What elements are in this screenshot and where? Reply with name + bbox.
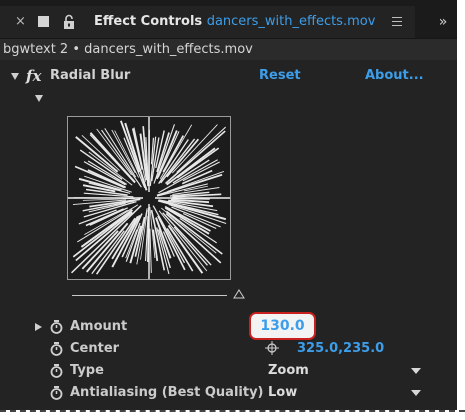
type-select[interactable]: Zoom (268, 360, 309, 382)
amount-value-highlight[interactable]: 130.0 (249, 312, 316, 340)
fx-icon[interactable]: fx (26, 64, 41, 88)
panel-name: Effect Controls (94, 14, 203, 29)
panel-square-icon (38, 16, 49, 27)
stopwatch-icon[interactable] (50, 386, 63, 400)
property-row-antialiasing: Antialiasing (Best Quality) (0, 382, 457, 404)
frame-border (0, 410, 465, 412)
overflow-icon[interactable]: » (429, 6, 457, 38)
center-value[interactable]: 325.0,235.0 (297, 338, 384, 360)
dropdown-arrow-icon[interactable] (411, 390, 421, 396)
property-row-type: Type (0, 360, 457, 382)
property-row-amount[interactable]: Amount (0, 316, 457, 338)
center-label: Center (70, 341, 120, 356)
close-icon[interactable]: × (15, 6, 26, 38)
effect-header[interactable]: fx Radial Blur Reset About... (0, 64, 457, 88)
blur-ray (81, 135, 120, 171)
preview-center-gap (143, 192, 155, 204)
amount-label: Amount (70, 319, 128, 334)
preview-disclosure-triangle-icon[interactable] (35, 95, 43, 102)
effect-name: Radial Blur (50, 68, 131, 83)
blur-ray (82, 198, 135, 201)
type-label: Type (70, 363, 104, 378)
panel-menu-icon[interactable] (392, 17, 402, 27)
effect-controls-panel: × Effect Controls dancers_with_effects.m… (0, 0, 457, 410)
blur-ray (157, 131, 180, 178)
stopwatch-icon[interactable] (50, 364, 63, 378)
panel-title: Effect Controls dancers_with_effects.mov (94, 6, 375, 38)
tab-file-name[interactable]: dancers_with_effects.mov (207, 14, 376, 29)
lock-icon[interactable] (63, 14, 75, 30)
property-row-center[interactable]: Center 325.0,235.0 (0, 338, 457, 360)
radial-blur-preview[interactable] (67, 116, 231, 280)
antialiasing-label: Antialiasing (Best Quality) (70, 385, 264, 400)
tab-effect-controls[interactable]: × Effect Controls dancers_with_effects.m… (0, 6, 415, 38)
stopwatch-icon[interactable] (50, 342, 63, 356)
about-link[interactable]: About... (365, 64, 424, 88)
antialiasing-select[interactable]: Low (268, 382, 297, 404)
tab-bar: × Effect Controls dancers_with_effects.m… (0, 0, 457, 38)
expand-triangle-icon[interactable] (35, 323, 42, 331)
slider-handle-icon[interactable] (233, 289, 245, 299)
dropdown-arrow-icon[interactable] (411, 368, 421, 374)
radial-blur-graphic (68, 117, 230, 279)
amount-value[interactable]: 130.0 (251, 314, 314, 338)
stopwatch-icon[interactable] (50, 320, 63, 334)
blur-ray (149, 228, 152, 273)
crosshair-icon[interactable] (265, 341, 279, 355)
reset-link[interactable]: Reset (259, 64, 301, 88)
preview-slider-track[interactable] (72, 295, 227, 296)
layer-source-label: bgwtext 2 • dancers_with_effects.mov (0, 38, 457, 60)
disclosure-triangle-icon[interactable] (11, 73, 19, 80)
